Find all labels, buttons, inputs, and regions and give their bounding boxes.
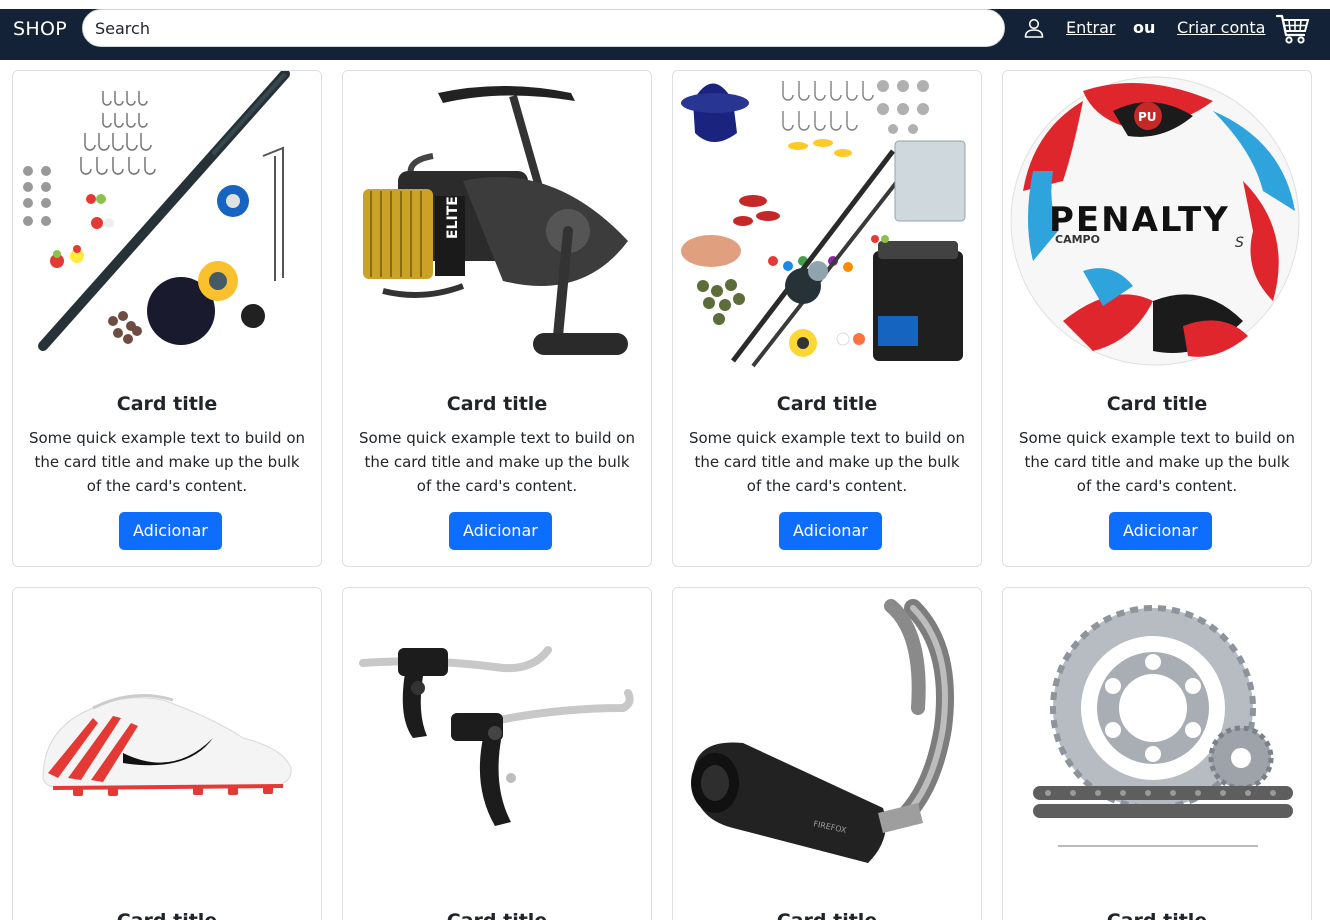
card-title: Card title — [343, 909, 651, 920]
top-strip — [0, 0, 1330, 9]
soccer-cleat-image — [13, 588, 321, 888]
soccer-ball-image: PU PENALTY CAMPO S — [1003, 71, 1311, 371]
exhaust-pipe-image: FIREFOX — [673, 588, 981, 888]
svg-text:PU: PU — [1138, 110, 1157, 124]
user-icon[interactable] — [1022, 16, 1046, 40]
card-text: Some quick example text to build on the … — [688, 429, 966, 495]
cart-icon[interactable] — [1276, 13, 1310, 45]
card-text: Some quick example text to build on the … — [1018, 429, 1296, 495]
card-title: Card title — [1003, 909, 1311, 920]
add-to-cart-button[interactable]: Adicionar — [449, 512, 552, 550]
navbar: SHOP Entrar ou Criar conta — [0, 9, 1330, 60]
svg-text:ELITE: ELITE — [445, 196, 461, 239]
card-title: Card title — [1106, 393, 1208, 415]
brake-levers-image — [343, 588, 651, 888]
add-to-cart-button[interactable]: Adicionar — [1109, 512, 1212, 550]
product-card: Card title Some quick example text to bu… — [12, 70, 322, 567]
register-link[interactable]: Criar conta — [1177, 18, 1265, 38]
product-card: Card title — [342, 587, 652, 920]
product-card: PU PENALTY CAMPO S Card title Some quick… — [1002, 70, 1312, 567]
product-card: Card title — [12, 587, 322, 920]
sprocket-chain-image — [1003, 588, 1311, 888]
card-text: Some quick example text to build on the … — [28, 429, 306, 495]
card-title: Card title — [13, 909, 321, 920]
add-to-cart-button[interactable]: Adicionar — [119, 512, 222, 550]
svg-text:CAMPO: CAMPO — [1055, 233, 1100, 246]
product-card: ELITE Card title Some quick example text… — [342, 70, 652, 567]
product-card: Card title — [1002, 587, 1312, 920]
search-input[interactable] — [82, 9, 1005, 47]
login-link[interactable]: Entrar — [1066, 18, 1115, 38]
svg-text:S: S — [1235, 235, 1244, 251]
add-to-cart-button[interactable]: Adicionar — [779, 512, 882, 550]
brand-logo[interactable]: SHOP — [13, 17, 67, 41]
card-title: Card title — [776, 393, 878, 415]
product-card: Card title Some quick example text to bu… — [672, 70, 982, 567]
fishing-kit-image — [13, 71, 321, 371]
card-title: Card title — [446, 393, 548, 415]
product-card: FIREFOX Card title — [672, 587, 982, 920]
fishing-reel-image: ELITE — [343, 71, 651, 371]
card-title: Card title — [673, 909, 981, 920]
card-text: Some quick example text to build on the … — [358, 429, 636, 495]
or-text: ou — [1133, 18, 1156, 37]
card-title: Card title — [116, 393, 218, 415]
fishing-accessories-image — [673, 71, 981, 371]
